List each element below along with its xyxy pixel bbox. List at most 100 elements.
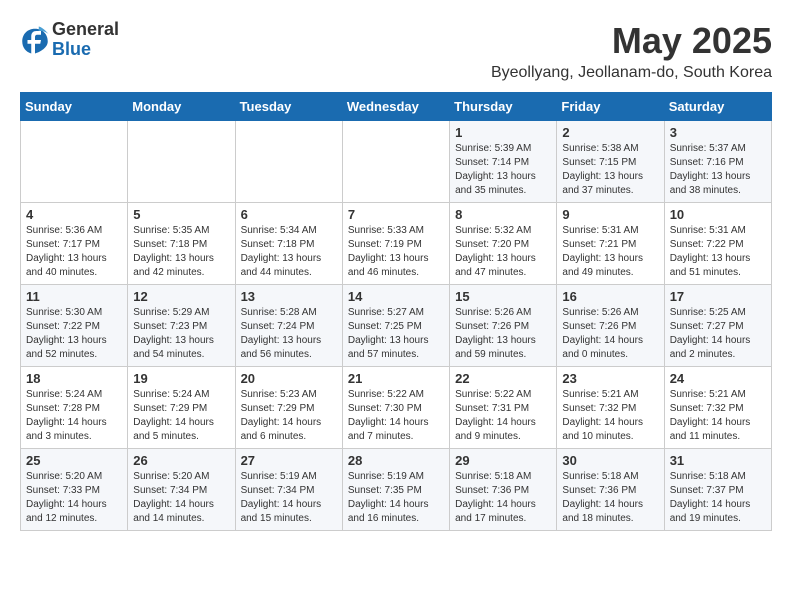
- day-info: Sunrise: 5:28 AM Sunset: 7:24 PM Dayligh…: [241, 306, 337, 362]
- weekday-header-saturday: Saturday: [664, 93, 771, 121]
- calendar-cell: 20Sunrise: 5:23 AM Sunset: 7:29 PM Dayli…: [235, 367, 342, 449]
- calendar-table: SundayMondayTuesdayWednesdayThursdayFrid…: [20, 92, 772, 531]
- page-header: General Blue May 2025 Byeollyang, Jeolla…: [20, 20, 772, 82]
- calendar-cell: 25 Sunrise: 5:20 AM Sunset: 7:33 PM Dayli…: [21, 449, 128, 531]
- calendar-cell: 13 Sunrise: 5:28 AM Sunset: 7:24 PM Dayli…: [235, 285, 342, 367]
- calendar-cell: 6Sunrise: 5:34 AM Sunset: 7:18 PM Daylig…: [235, 203, 342, 285]
- calendar-cell: [128, 121, 235, 203]
- weekday-header-wednesday: Wednesday: [342, 93, 449, 121]
- day-info: Sunrise: 5:39 AM Sunset: 7:14 PM Dayligh…: [455, 142, 551, 198]
- day-number: 21: [348, 371, 444, 386]
- weekday-header-row: SundayMondayTuesdayWednesdayThursdayFrid…: [21, 93, 772, 121]
- calendar-cell: 28 Sunrise: 5:19 AM Sunset: 7:35 PM Dayli…: [342, 449, 449, 531]
- day-number: 5: [133, 207, 229, 222]
- calendar-cell: 18Sunrise: 5:24 AM Sunset: 7:28 PM Dayli…: [21, 367, 128, 449]
- day-info: Sunrise: 5:29 AM Sunset: 7:23 PM Dayligh…: [133, 306, 229, 362]
- calendar-cell: 5 Sunrise: 5:35 AM Sunset: 7:18 PM Daylig…: [128, 203, 235, 285]
- day-number: 10: [670, 207, 766, 222]
- calendar-cell: 23 Sunrise: 5:21 AM Sunset: 7:32 PM Dayli…: [557, 367, 664, 449]
- calendar-cell: 12 Sunrise: 5:29 AM Sunset: 7:23 PM Dayli…: [128, 285, 235, 367]
- day-info: Sunrise: 5:20 AM Sunset: 7:33 PM Dayligh…: [26, 470, 122, 526]
- day-number: 11: [26, 289, 122, 304]
- calendar-cell: 16Sunrise: 5:26 AM Sunset: 7:26 PM Dayli…: [557, 285, 664, 367]
- day-number: 19: [133, 371, 229, 386]
- day-number: 23: [562, 371, 658, 386]
- day-number: 27: [241, 453, 337, 468]
- calendar-cell: 14 Sunrise: 5:27 AM Sunset: 7:25 PM Dayli…: [342, 285, 449, 367]
- calendar-cell: 1 Sunrise: 5:39 AM Sunset: 7:14 PM Daylig…: [450, 121, 557, 203]
- calendar-cell: 30 Sunrise: 5:18 AM Sunset: 7:36 PM Dayli…: [557, 449, 664, 531]
- calendar-cell: 26 Sunrise: 5:20 AM Sunset: 7:34 PM Dayli…: [128, 449, 235, 531]
- day-info: Sunrise: 5:19 AM Sunset: 7:35 PM Dayligh…: [348, 470, 444, 526]
- day-info: Sunrise: 5:19 AM Sunset: 7:34 PM Dayligh…: [241, 470, 337, 526]
- day-info: Sunrise: 5:35 AM Sunset: 7:18 PM Dayligh…: [133, 224, 229, 280]
- calendar-cell: 15 Sunrise: 5:26 AM Sunset: 7:26 PM Dayli…: [450, 285, 557, 367]
- day-number: 29: [455, 453, 551, 468]
- calendar-cell: 8 Sunrise: 5:32 AM Sunset: 7:20 PM Daylig…: [450, 203, 557, 285]
- calendar-cell: 29 Sunrise: 5:18 AM Sunset: 7:36 PM Dayli…: [450, 449, 557, 531]
- day-number: 25: [26, 453, 122, 468]
- day-number: 20: [241, 371, 337, 386]
- day-number: 12: [133, 289, 229, 304]
- day-number: 22: [455, 371, 551, 386]
- weekday-header-sunday: Sunday: [21, 93, 128, 121]
- day-number: 1: [455, 125, 551, 140]
- calendar-cell: 2 Sunrise: 5:38 AM Sunset: 7:15 PM Daylig…: [557, 121, 664, 203]
- day-info: Sunrise: 5:20 AM Sunset: 7:34 PM Dayligh…: [133, 470, 229, 526]
- title-block: May 2025 Byeollyang, Jeollanam-do, South…: [491, 20, 772, 82]
- day-info: Sunrise: 5:33 AM Sunset: 7:19 PM Dayligh…: [348, 224, 444, 280]
- weekday-header-monday: Monday: [128, 93, 235, 121]
- day-info: Sunrise: 5:21 AM Sunset: 7:32 PM Dayligh…: [562, 388, 658, 444]
- day-number: 26: [133, 453, 229, 468]
- logo-text: General Blue: [52, 20, 119, 60]
- day-number: 28: [348, 453, 444, 468]
- calendar-cell: 22 Sunrise: 5:22 AM Sunset: 7:31 PM Dayli…: [450, 367, 557, 449]
- day-info: Sunrise: 5:22 AM Sunset: 7:31 PM Dayligh…: [455, 388, 551, 444]
- logo-general-text: General: [52, 20, 119, 40]
- day-number: 8: [455, 207, 551, 222]
- day-info: Sunrise: 5:31 AM Sunset: 7:22 PM Dayligh…: [670, 224, 766, 280]
- calendar-cell: 10 Sunrise: 5:31 AM Sunset: 7:22 PM Dayli…: [664, 203, 771, 285]
- logo: General Blue: [20, 20, 119, 60]
- calendar-cell: 4Sunrise: 5:36 AM Sunset: 7:17 PM Daylig…: [21, 203, 128, 285]
- month-title: May 2025: [491, 20, 772, 62]
- day-number: 30: [562, 453, 658, 468]
- logo-blue-text: Blue: [52, 40, 119, 60]
- calendar-cell: 17Sunrise: 5:25 AM Sunset: 7:27 PM Dayli…: [664, 285, 771, 367]
- day-number: 2: [562, 125, 658, 140]
- calendar-cell: [21, 121, 128, 203]
- day-number: 3: [670, 125, 766, 140]
- logo-icon: [20, 25, 50, 55]
- location-title: Byeollyang, Jeollanam-do, South Korea: [491, 64, 772, 82]
- weekday-header-tuesday: Tuesday: [235, 93, 342, 121]
- day-number: 14: [348, 289, 444, 304]
- day-info: Sunrise: 5:21 AM Sunset: 7:32 PM Dayligh…: [670, 388, 766, 444]
- day-number: 15: [455, 289, 551, 304]
- calendar-cell: 3Sunrise: 5:37 AM Sunset: 7:16 PM Daylig…: [664, 121, 771, 203]
- calendar-week-2: 4Sunrise: 5:36 AM Sunset: 7:17 PM Daylig…: [21, 203, 772, 285]
- day-number: 31: [670, 453, 766, 468]
- day-info: Sunrise: 5:24 AM Sunset: 7:29 PM Dayligh…: [133, 388, 229, 444]
- calendar-cell: 24 Sunrise: 5:21 AM Sunset: 7:32 PM Dayli…: [664, 367, 771, 449]
- day-number: 7: [348, 207, 444, 222]
- day-info: Sunrise: 5:18 AM Sunset: 7:36 PM Dayligh…: [562, 470, 658, 526]
- day-info: Sunrise: 5:27 AM Sunset: 7:25 PM Dayligh…: [348, 306, 444, 362]
- calendar-cell: 19 Sunrise: 5:24 AM Sunset: 7:29 PM Dayli…: [128, 367, 235, 449]
- calendar-cell: 9Sunrise: 5:31 AM Sunset: 7:21 PM Daylig…: [557, 203, 664, 285]
- day-info: Sunrise: 5:32 AM Sunset: 7:20 PM Dayligh…: [455, 224, 551, 280]
- day-info: Sunrise: 5:26 AM Sunset: 7:26 PM Dayligh…: [455, 306, 551, 362]
- day-info: Sunrise: 5:18 AM Sunset: 7:36 PM Dayligh…: [455, 470, 551, 526]
- day-number: 16: [562, 289, 658, 304]
- day-info: Sunrise: 5:24 AM Sunset: 7:28 PM Dayligh…: [26, 388, 122, 444]
- day-info: Sunrise: 5:38 AM Sunset: 7:15 PM Dayligh…: [562, 142, 658, 198]
- day-info: Sunrise: 5:30 AM Sunset: 7:22 PM Dayligh…: [26, 306, 122, 362]
- day-number: 24: [670, 371, 766, 386]
- day-number: 6: [241, 207, 337, 222]
- calendar-week-3: 11 Sunrise: 5:30 AM Sunset: 7:22 PM Dayli…: [21, 285, 772, 367]
- calendar-cell: 11 Sunrise: 5:30 AM Sunset: 7:22 PM Dayli…: [21, 285, 128, 367]
- day-number: 13: [241, 289, 337, 304]
- day-info: Sunrise: 5:22 AM Sunset: 7:30 PM Dayligh…: [348, 388, 444, 444]
- calendar-cell: [235, 121, 342, 203]
- day-info: Sunrise: 5:18 AM Sunset: 7:37 PM Dayligh…: [670, 470, 766, 526]
- calendar-cell: [342, 121, 449, 203]
